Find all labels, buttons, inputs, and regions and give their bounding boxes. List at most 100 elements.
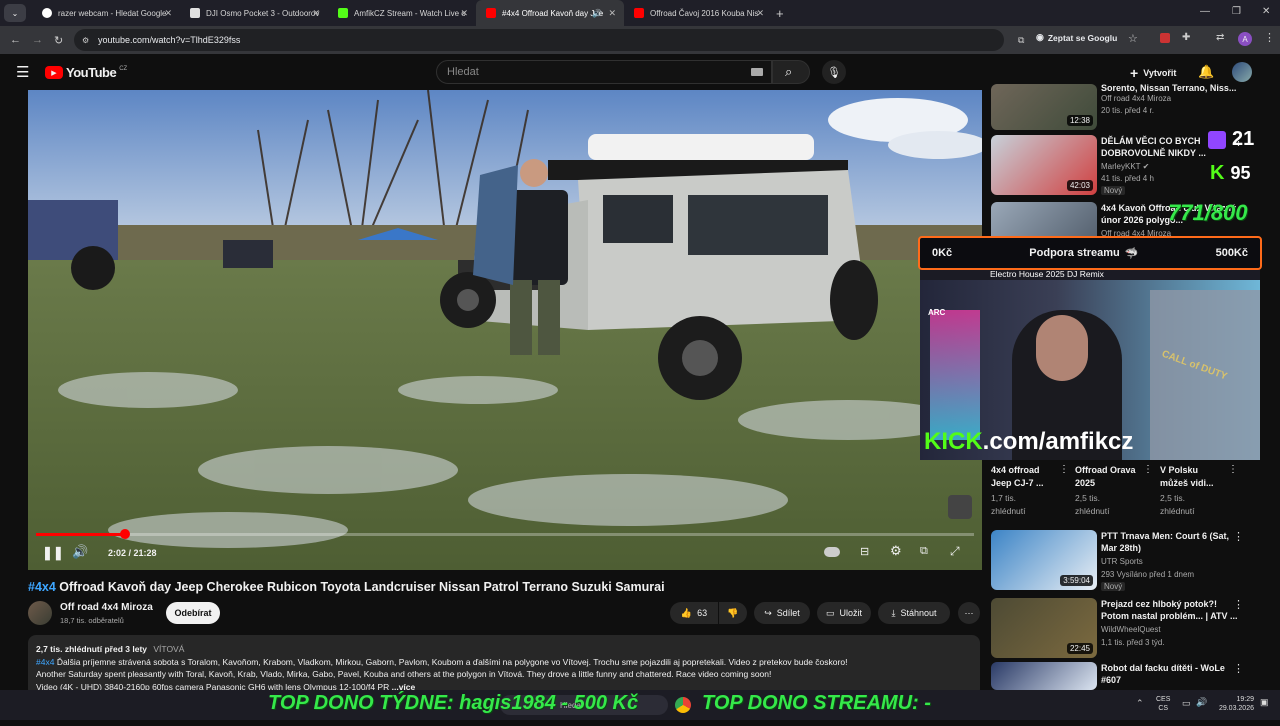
save-button[interactable]: ▭ Uložit [817, 602, 871, 624]
tab-offroad-cavoj[interactable]: Offroad Čavoj 2016 Kouba Nis ✕ [624, 0, 772, 26]
translate-icon[interactable]: ⇄ [1216, 32, 1224, 43]
video-thumbnail[interactable]: 12:38 [991, 84, 1097, 130]
search-input[interactable]: Hledat [436, 60, 772, 84]
more-icon[interactable]: ⋮ [1233, 530, 1244, 543]
new-tab-button[interactable]: + [776, 6, 784, 21]
microphone-icon: 🎙 [827, 66, 841, 79]
video-player[interactable]: ❚❚ 🔊 2:02 / 21:28 ⊟ ⚙ ⧉ ⤢ [28, 90, 982, 570]
more-icon[interactable]: ⋮ [1059, 464, 1069, 475]
thumbs-down-icon: 👎 [727, 607, 739, 618]
puzzle-icon[interactable]: ✚ [1182, 32, 1190, 43]
close-icon[interactable]: ✕ [460, 8, 468, 19]
shark-icon: 🦈 [1124, 247, 1139, 260]
close-icon[interactable]: ✕ [164, 8, 172, 19]
description-box[interactable]: 2,7 tis. zhlédnutí před 3 lety VÍTOVÁ #4… [28, 635, 980, 697]
ticker-top-stream-donor: TOP DONO STREAMU: - [702, 692, 931, 714]
endscreen-thumbnail[interactable] [948, 495, 972, 519]
window-close-button[interactable]: ✕ [1262, 6, 1270, 17]
progress-bar-fill [36, 533, 126, 536]
chevron-up-icon[interactable]: ⌃ [1136, 698, 1144, 709]
tab-list-button[interactable]: ⌄ [4, 4, 26, 22]
restore-button[interactable]: ❐ [1232, 6, 1241, 17]
close-icon[interactable]: ✕ [756, 8, 764, 19]
short-card[interactable]: V Polsku můžeš vidi... 2,5 tis. zhlédnut… [1160, 464, 1240, 518]
miniplayer-icon[interactable]: ⧉ [920, 545, 928, 558]
network-icon[interactable]: ▭ [1182, 698, 1191, 709]
bookmark-star-icon[interactable]: ☆ [1128, 32, 1138, 45]
reload-icon[interactable]: ↻ [54, 34, 63, 47]
subtitles-icon[interactable]: ⊟ [860, 545, 869, 558]
more-icon[interactable]: ⋮ [1233, 598, 1244, 611]
video-thumbnail[interactable]: 3:59:04 [991, 530, 1097, 590]
notifications-icon[interactable]: 🔔 [1198, 64, 1214, 80]
minimize-button[interactable]: — [1200, 6, 1210, 17]
share-button[interactable]: ↪ Sdílet [754, 602, 810, 624]
ask-google-button[interactable]: ◉ Zeptat se Googlu [1036, 32, 1117, 43]
video-thumbnail[interactable] [991, 662, 1097, 690]
back-icon[interactable]: ← [10, 34, 21, 46]
progress-bar-track[interactable] [36, 529, 974, 539]
subscribe-button[interactable]: Odebírat [166, 602, 220, 624]
more-actions-button[interactable]: ⋯ [958, 602, 980, 624]
profile-avatar[interactable]: A [1238, 32, 1252, 46]
pause-icon[interactable]: ❚❚ [42, 545, 64, 561]
youtube-logo[interactable]: ▶ YouTube CZ [45, 65, 127, 80]
description-meta: 2,7 tis. zhlédnutí před 3 lety VÍTOVÁ [36, 644, 185, 654]
webcam-face [1036, 315, 1088, 381]
dislike-button[interactable]: 👎 [719, 602, 747, 624]
tab-dji-osmo[interactable]: DJI Osmo Pocket 3 - Outdoorov ✕ [180, 0, 328, 26]
donation-goal-bar: 0Kč Podpora streamu 🦈 500Kč [918, 236, 1262, 270]
tab-razer-webcam[interactable]: razer webcam - Hledat Google ✕ [32, 0, 180, 26]
create-button[interactable]: + Vytvořit [1130, 65, 1176, 81]
more-icon[interactable]: ⋮ [1228, 464, 1238, 475]
close-icon[interactable]: ✕ [608, 8, 616, 19]
language-indicator[interactable]: CES CS [1156, 695, 1170, 713]
related-video[interactable]: 22:45 Prejazd cez hlboký potok?! Potom n… [990, 598, 1280, 662]
fullscreen-icon[interactable]: ⤢ [950, 544, 960, 559]
extension-icon[interactable] [1160, 33, 1170, 43]
related-video[interactable]: 3:59:04 PTT Trnava Men: Court 6 (Sat, Ma… [990, 530, 1280, 594]
download-button[interactable]: ⤓ Stáhnout [878, 602, 950, 624]
tab-offroad-kavon[interactable]: #4x4 Offroad Kavoň day Jee 🔊 ✕ [476, 0, 624, 26]
description-line-1: #4x4 Ďalšia príjemne strávená sobota s T… [36, 656, 848, 667]
video-hashtag[interactable]: #4x4 [28, 580, 56, 594]
notification-center-icon[interactable]: ▣ [1260, 697, 1269, 708]
forward-icon[interactable]: → [32, 34, 43, 46]
channel-avatar[interactable] [28, 601, 52, 625]
tab-amfikcz-stream[interactable]: AmfikCZ Stream - Watch Live o ✕ [328, 0, 476, 26]
settings-icon[interactable]: ⚙ [890, 543, 902, 559]
save-icon: ▭ [825, 607, 835, 618]
kick-url-banner: KICK.com/amfikcz [924, 428, 1134, 455]
chrome-icon[interactable] [675, 697, 691, 713]
autoplay-toggle[interactable] [824, 547, 840, 557]
related-video-music[interactable]: Electro House 2025 DJ Remix [990, 268, 1250, 280]
site-info-icon[interactable]: ⚙ [82, 36, 89, 45]
more-icon[interactable]: ⋮ [1143, 464, 1153, 475]
search-button[interactable]: ⌕ [772, 60, 810, 84]
clock[interactable]: 19:29 29.03.2026 [1214, 695, 1254, 713]
plus-icon: + [1130, 65, 1139, 81]
short-card[interactable]: Offroad Orava 2025 2,5 tis. zhlédnutí ⋮ [1075, 464, 1155, 518]
avatar[interactable] [1232, 62, 1252, 82]
new-badge: Nový [1101, 186, 1126, 195]
more-icon[interactable]: ⋮ [1233, 662, 1244, 675]
video-thumbnail[interactable]: 42:03 [991, 135, 1097, 195]
voice-search-button[interactable]: 🎙 [822, 60, 846, 84]
twitch-icon [1208, 130, 1226, 149]
close-icon[interactable]: ✕ [312, 8, 320, 19]
speaker-icon[interactable]: 🔊 [1196, 697, 1207, 708]
video-thumbnail[interactable]: 22:45 [991, 598, 1097, 658]
keyboard-icon[interactable] [751, 68, 763, 76]
like-button[interactable]: 👍 63 [670, 602, 718, 624]
taskbar: Hledat TOP DONO TÝDNE: hagis1984 - 500 K… [0, 690, 1280, 720]
install-icon[interactable]: ⧉ [1018, 35, 1024, 46]
audio-icon[interactable]: 🔊 [592, 9, 602, 18]
channel-name[interactable]: Off road 4x4 Miroza [60, 602, 153, 613]
video-title: #4x4 Offroad Kavoň day Jeep Cherokee Rub… [28, 580, 665, 594]
youtube-icon [486, 8, 496, 18]
volume-icon[interactable]: 🔊 [72, 544, 88, 560]
short-card[interactable]: 4x4 offroad Jeep CJ-7 ... 1,7 tis. zhléd… [991, 464, 1071, 518]
menu-icon[interactable]: ⋮ [1264, 31, 1275, 44]
hamburger-icon[interactable]: ☰ [16, 63, 29, 81]
url-field[interactable]: ⚙ youtube.com/watch?v=TlhdE329fss ⧉ [74, 29, 1024, 51]
